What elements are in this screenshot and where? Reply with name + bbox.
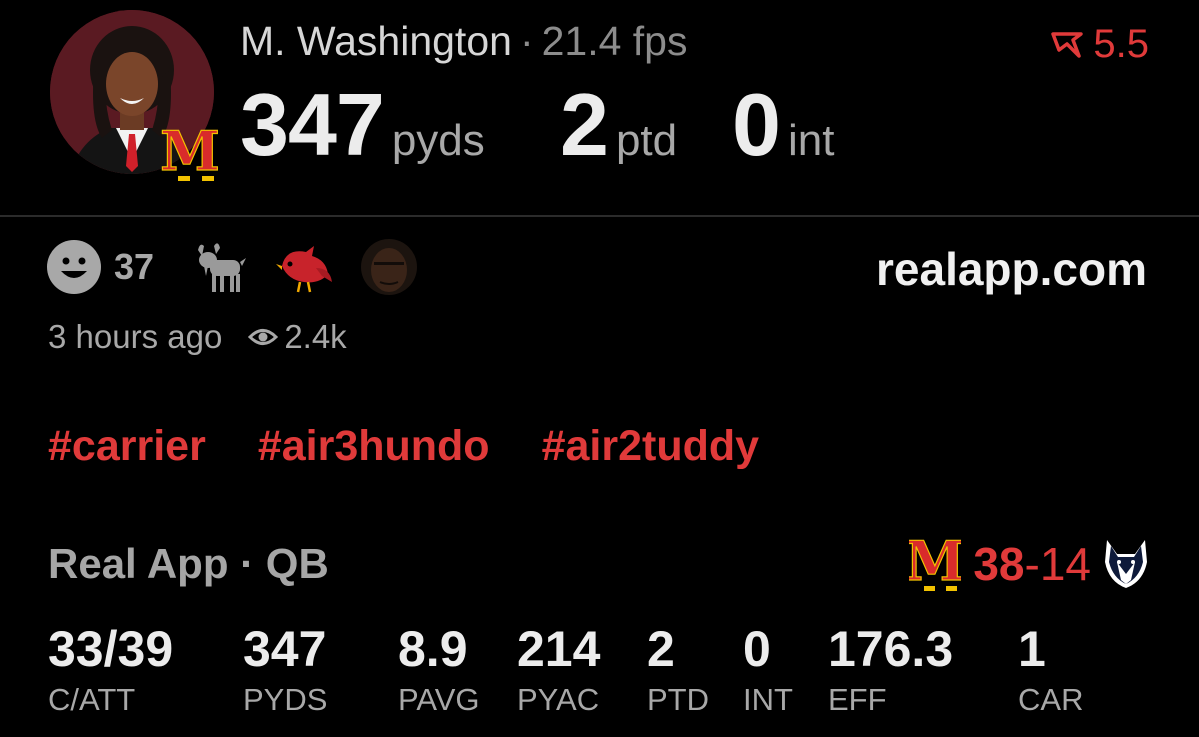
headline-stat-unit: pyds xyxy=(391,116,485,165)
stat-label: EFF xyxy=(828,682,887,717)
stat-value: 347 xyxy=(243,621,327,677)
stat-cell-eff: 176.3 EFF xyxy=(828,620,953,718)
time-ago: 3 hours ago xyxy=(48,318,223,355)
headline-stat-value: 0 xyxy=(732,75,781,174)
eye-icon xyxy=(248,329,279,345)
player-name[interactable]: M. Washington xyxy=(240,18,512,64)
stat-value: 2 xyxy=(647,621,675,677)
post-meta: 3 hours ago 2.4k xyxy=(48,318,347,356)
stat-cell-pavg: 8.9 PAVG xyxy=(398,620,480,718)
svg-text:M: M xyxy=(160,119,220,183)
stat-label: CAR xyxy=(1018,682,1084,717)
stat-cell-catt: 33/39 C/ATT xyxy=(48,620,173,718)
team-logo-icon: M xyxy=(160,118,221,188)
stat-label: PYAC xyxy=(517,682,600,717)
header-divider xyxy=(0,215,1199,217)
goat-icon[interactable] xyxy=(192,238,250,296)
view-count: 2.4k xyxy=(284,318,347,355)
game-score[interactable]: M 38-14 xyxy=(909,532,1149,596)
reactions-row: 37 xyxy=(46,238,444,296)
opponent-score: 14 xyxy=(1039,538,1091,590)
headline-stat-pyds: 347 pyds xyxy=(240,74,485,176)
player-title: M. Washington · 21.4 fps xyxy=(240,18,687,65)
reaction-count: 37 xyxy=(114,246,155,287)
fps-value: 21.4 fps xyxy=(541,18,688,64)
hashtag-list: #carrier #air3hundo #air2tuddy xyxy=(48,422,759,471)
rating-arrow-icon xyxy=(1051,31,1084,58)
stat-value: 176.3 xyxy=(828,621,954,677)
stat-value: 214 xyxy=(517,621,601,677)
smiley-react-icon[interactable] xyxy=(46,239,102,295)
stat-label: INT xyxy=(743,682,793,717)
stats-row: 33/39 C/ATT 347 PYDS 8.9 PAVG 214 PYAC 2… xyxy=(0,620,1199,730)
stat-value: 8.9 xyxy=(398,621,468,677)
cardinal-icon[interactable] xyxy=(276,238,334,296)
stat-value: 0 xyxy=(743,621,771,677)
stat-cell-int: 0 INT xyxy=(743,620,793,718)
rating-badge[interactable]: 5.5 xyxy=(1051,22,1149,67)
home-team-logo-icon: M xyxy=(909,532,961,594)
stat-cell-pyac: 214 PYAC xyxy=(517,620,600,718)
team-score: 38 xyxy=(973,538,1025,590)
player-face-icon[interactable] xyxy=(360,238,418,296)
hashtag-link[interactable]: #air2tuddy xyxy=(542,422,759,471)
headline-stat-value: 347 xyxy=(240,75,385,174)
headline-stat-ptd: 2 ptd xyxy=(560,74,677,176)
opponent-team-logo-icon xyxy=(1105,540,1147,588)
hashtag-link[interactable]: #carrier xyxy=(48,422,206,471)
source-position-label: Real App · QB xyxy=(48,540,329,587)
stat-label: C/ATT xyxy=(48,682,136,717)
stat-label: PYDS xyxy=(243,682,328,717)
headline-stat-unit: int xyxy=(787,116,835,165)
score-dash: - xyxy=(1024,538,1040,590)
headline-stat-unit: ptd xyxy=(615,116,678,165)
headline-stat-value: 2 xyxy=(560,75,609,174)
headline-stat-int: 0 int xyxy=(732,74,834,176)
stat-label: PAVG xyxy=(398,682,480,717)
title-separator: · xyxy=(519,18,534,64)
svg-text:M: M xyxy=(909,532,961,593)
stat-value: 33/39 xyxy=(48,621,174,677)
rating-value: 5.5 xyxy=(1093,22,1149,66)
site-link[interactable]: realapp.com xyxy=(876,242,1147,296)
stat-cell-pyds: 347 PYDS xyxy=(243,620,327,718)
stat-label: PTD xyxy=(647,682,709,717)
stat-value: 1 xyxy=(1018,621,1046,677)
stat-cell-ptd: 2 PTD xyxy=(647,620,709,718)
stat-cell-car: 1 CAR xyxy=(1018,620,1083,718)
hashtag-link[interactable]: #air3hundo xyxy=(258,422,490,471)
